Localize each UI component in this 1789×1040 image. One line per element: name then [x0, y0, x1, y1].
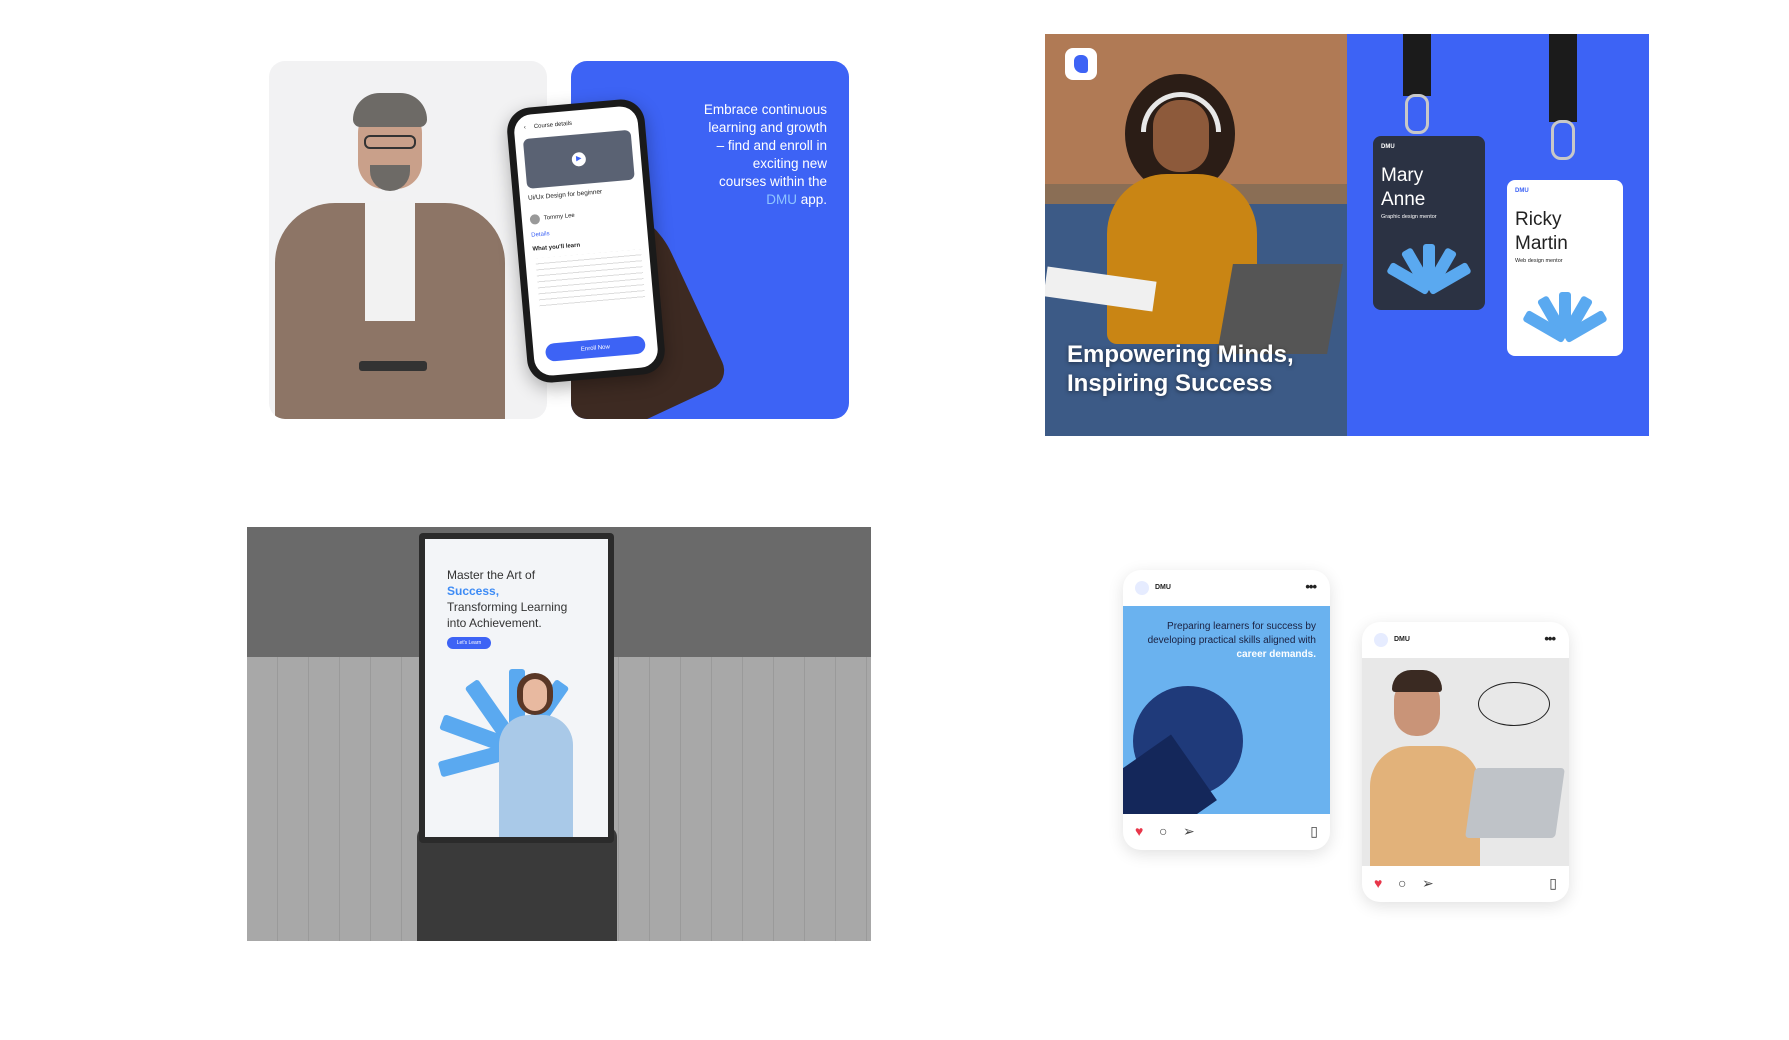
poster-title-line: Master the Art of	[447, 568, 536, 582]
poster-highlight: Success,	[447, 584, 500, 598]
billboard-frame: Master the Art of Success, Transforming …	[419, 533, 614, 843]
badge-name: Ricky	[1515, 209, 1562, 230]
dmu-logo-icon	[1065, 48, 1097, 80]
tagline-end: app.	[800, 192, 827, 207]
bookmark-icon[interactable]: ▯	[1310, 823, 1318, 840]
woman-blouse	[499, 715, 573, 837]
post-actions: ♥ ○ ➢ ▯	[1123, 814, 1330, 850]
man-shirt	[1370, 746, 1480, 866]
section-heading: What you'll learn	[532, 242, 581, 253]
badge-role: Web design mentor	[1515, 258, 1563, 264]
poster-title-line: Transforming Learning	[447, 600, 568, 614]
student-photo-card: Empowering Minds, Inspiring Success	[1045, 34, 1347, 436]
post-text: Preparing learners for success by develo…	[1147, 621, 1316, 646]
tagline-line: learning and growth	[708, 120, 827, 135]
send-icon[interactable]: ➢	[1422, 875, 1434, 892]
speech-bubble-icon	[1478, 682, 1550, 726]
post-account[interactable]: DMU	[1394, 636, 1410, 643]
avatar	[529, 213, 541, 225]
laptop-image	[1465, 768, 1565, 838]
clip-icon	[1551, 120, 1575, 160]
heart-icon[interactable]: ♥	[1135, 823, 1143, 839]
badge-role: Graphic design mentor	[1381, 214, 1437, 220]
dmu-logo-icon	[1374, 633, 1388, 647]
poster-title-line: into Achievement.	[447, 616, 542, 630]
comment-icon[interactable]: ○	[1159, 823, 1167, 839]
badge-name: Martin	[1515, 233, 1568, 254]
badge-ricky-martin: DMU Ricky Martin Web design mentor	[1507, 180, 1623, 356]
billboard-scene: Master the Art of Success, Transforming …	[247, 527, 871, 941]
headline-line: Inspiring Success	[1067, 370, 1273, 397]
clip-icon	[1405, 94, 1429, 134]
lets-learn-button[interactable]: Let's Learn	[447, 637, 491, 649]
more-icon[interactable]: •••	[1305, 579, 1317, 594]
badge-mary-anne: DMU Mary Anne Graphic design mentor	[1373, 136, 1485, 310]
social-post-1: DMU ••• Preparing learners for success b…	[1123, 570, 1330, 850]
promo-portrait-card	[269, 61, 547, 419]
badge-name: Anne	[1381, 189, 1426, 210]
sunburst-icon	[1519, 292, 1611, 348]
learn-list	[535, 249, 646, 309]
woman-face	[523, 679, 547, 711]
enroll-now-button[interactable]: Enroll Now	[544, 335, 647, 362]
tagline-line: Embrace continuous	[703, 102, 827, 117]
post-highlight: career demands.	[1236, 649, 1317, 660]
instructor-name: Tommy Lee	[543, 212, 576, 222]
man-hair	[1392, 670, 1442, 692]
tab-details[interactable]: Details	[531, 231, 550, 239]
post-header: DMU •••	[1123, 570, 1330, 606]
course-details-header: Course details	[533, 120, 573, 131]
course-video-thumbnail[interactable]: ▶	[522, 129, 635, 189]
comment-icon[interactable]: ○	[1398, 875, 1406, 891]
heart-icon[interactable]: ♥	[1374, 875, 1382, 891]
course-title: Ui/Ux Design for beginner	[527, 188, 603, 202]
post-image	[1362, 658, 1569, 866]
lanyard-strap	[1403, 34, 1431, 96]
badge-brand: DMU	[1515, 188, 1529, 194]
id-badges-card: DMU Mary Anne Graphic design mentor DMU …	[1347, 34, 1649, 436]
send-icon[interactable]: ➢	[1183, 823, 1195, 840]
tagline-line: exciting new	[752, 156, 827, 171]
badge-brand: DMU	[1381, 144, 1395, 150]
phone-mockup: ‹ Course details ▶ Ui/Ux Design for begi…	[505, 97, 667, 385]
tagline-brand: DMU	[766, 192, 797, 207]
phone-screen: ‹ Course details ▶ Ui/Ux Design for begi…	[512, 105, 660, 377]
tagline-line: courses within the	[718, 174, 827, 189]
post-header: DMU •••	[1362, 622, 1569, 658]
badge-name: Mary	[1381, 165, 1424, 186]
headline-line: Empowering Minds,	[1067, 341, 1294, 368]
tagline-line: – find and enroll in	[716, 138, 827, 153]
badge-text: Mary Anne Graphic design mentor	[1381, 164, 1437, 220]
lanyard-strap	[1549, 34, 1577, 122]
bookmark-icon[interactable]: ▯	[1549, 875, 1557, 892]
social-post-2: DMU ••• ♥ ○ ➢ ▯	[1362, 622, 1569, 902]
post-caption: Preparing learners for success by develo…	[1138, 620, 1316, 662]
poster-title: Master the Art of Success, Transforming …	[447, 567, 567, 631]
kiosk-stand	[417, 827, 617, 941]
man-portrait-image	[269, 61, 547, 419]
sunburst-icon	[1383, 244, 1475, 300]
empowering-headline: Empowering Minds, Inspiring Success	[1067, 340, 1294, 398]
post-actions: ♥ ○ ➢ ▯	[1362, 866, 1569, 902]
billboard-poster: Master the Art of Success, Transforming …	[425, 539, 608, 837]
post-image: Preparing learners for success by develo…	[1123, 606, 1330, 814]
more-icon[interactable]: •••	[1544, 631, 1556, 646]
back-icon[interactable]: ‹	[524, 125, 527, 131]
post-account[interactable]: DMU	[1155, 584, 1171, 591]
promo-tagline: Embrace continuous learning and growth –…	[657, 101, 827, 209]
dmu-logo-icon	[1135, 581, 1149, 595]
play-icon[interactable]: ▶	[571, 151, 587, 167]
badge-text: Ricky Martin Web design mentor	[1515, 208, 1568, 264]
